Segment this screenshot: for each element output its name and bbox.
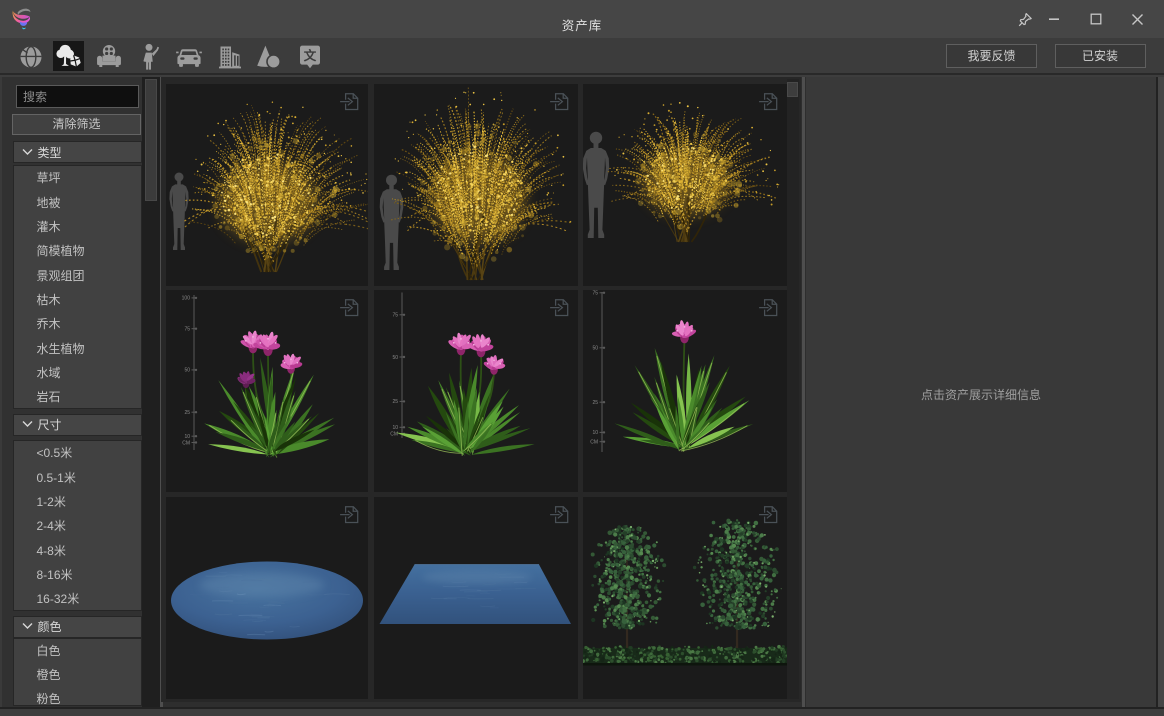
svg-text:75: 75 — [592, 291, 598, 297]
svg-text:10: 10 — [592, 430, 598, 436]
svg-text:CM: CM — [182, 440, 190, 446]
svg-text:10: 10 — [184, 434, 190, 440]
svg-text:10: 10 — [392, 425, 398, 431]
svg-text:100: 100 — [182, 296, 191, 302]
svg-text:75: 75 — [184, 327, 190, 333]
svg-text:25: 25 — [592, 400, 598, 406]
svg-text:25: 25 — [392, 399, 398, 405]
svg-text:50: 50 — [392, 355, 398, 361]
svg-text:50: 50 — [592, 346, 598, 352]
svg-text:CM: CM — [390, 432, 398, 438]
svg-text:文: 文 — [304, 48, 317, 63]
svg-text:CM: CM — [590, 440, 598, 446]
svg-text:75: 75 — [392, 313, 398, 319]
svg-text:25: 25 — [184, 410, 190, 416]
svg-text:50: 50 — [184, 368, 190, 374]
